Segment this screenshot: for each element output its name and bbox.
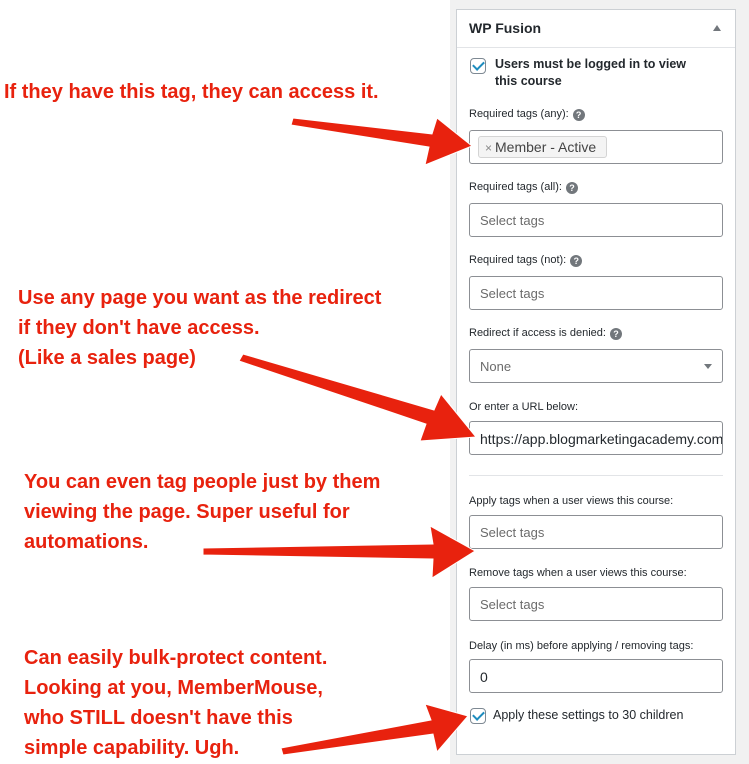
- annotation-2-line: if they don't have access.: [18, 317, 260, 339]
- annotation-3-line: You can even tag people just by them: [24, 471, 381, 493]
- annotation-4: Can easily bulk-protect content. Looking…: [24, 643, 327, 763]
- annotation-3-line: viewing the page. Super useful for: [24, 501, 350, 523]
- annotation-4-line: Looking at you, MemberMouse,: [24, 677, 323, 699]
- annotation-2-line: (Like a sales page): [18, 347, 196, 369]
- annotation-3: You can even tag people just by them vie…: [24, 467, 380, 557]
- annotation-4-line: simple capability. Ugh.: [24, 737, 240, 759]
- annotation-3-line: automations.: [24, 531, 149, 553]
- annotation-1-line: If they have this tag, they can access i…: [4, 81, 379, 103]
- annotation-4-line: who STILL doesn't have this: [24, 707, 293, 729]
- annotation-1: If they have this tag, they can access i…: [4, 77, 379, 107]
- annotation-4-line: Can easily bulk-protect content.: [24, 647, 328, 669]
- annotation-2: Use any page you want as the redirect if…: [18, 283, 381, 373]
- annotation-2-line: Use any page you want as the redirect: [18, 287, 382, 309]
- arrow-1: [290, 117, 473, 166]
